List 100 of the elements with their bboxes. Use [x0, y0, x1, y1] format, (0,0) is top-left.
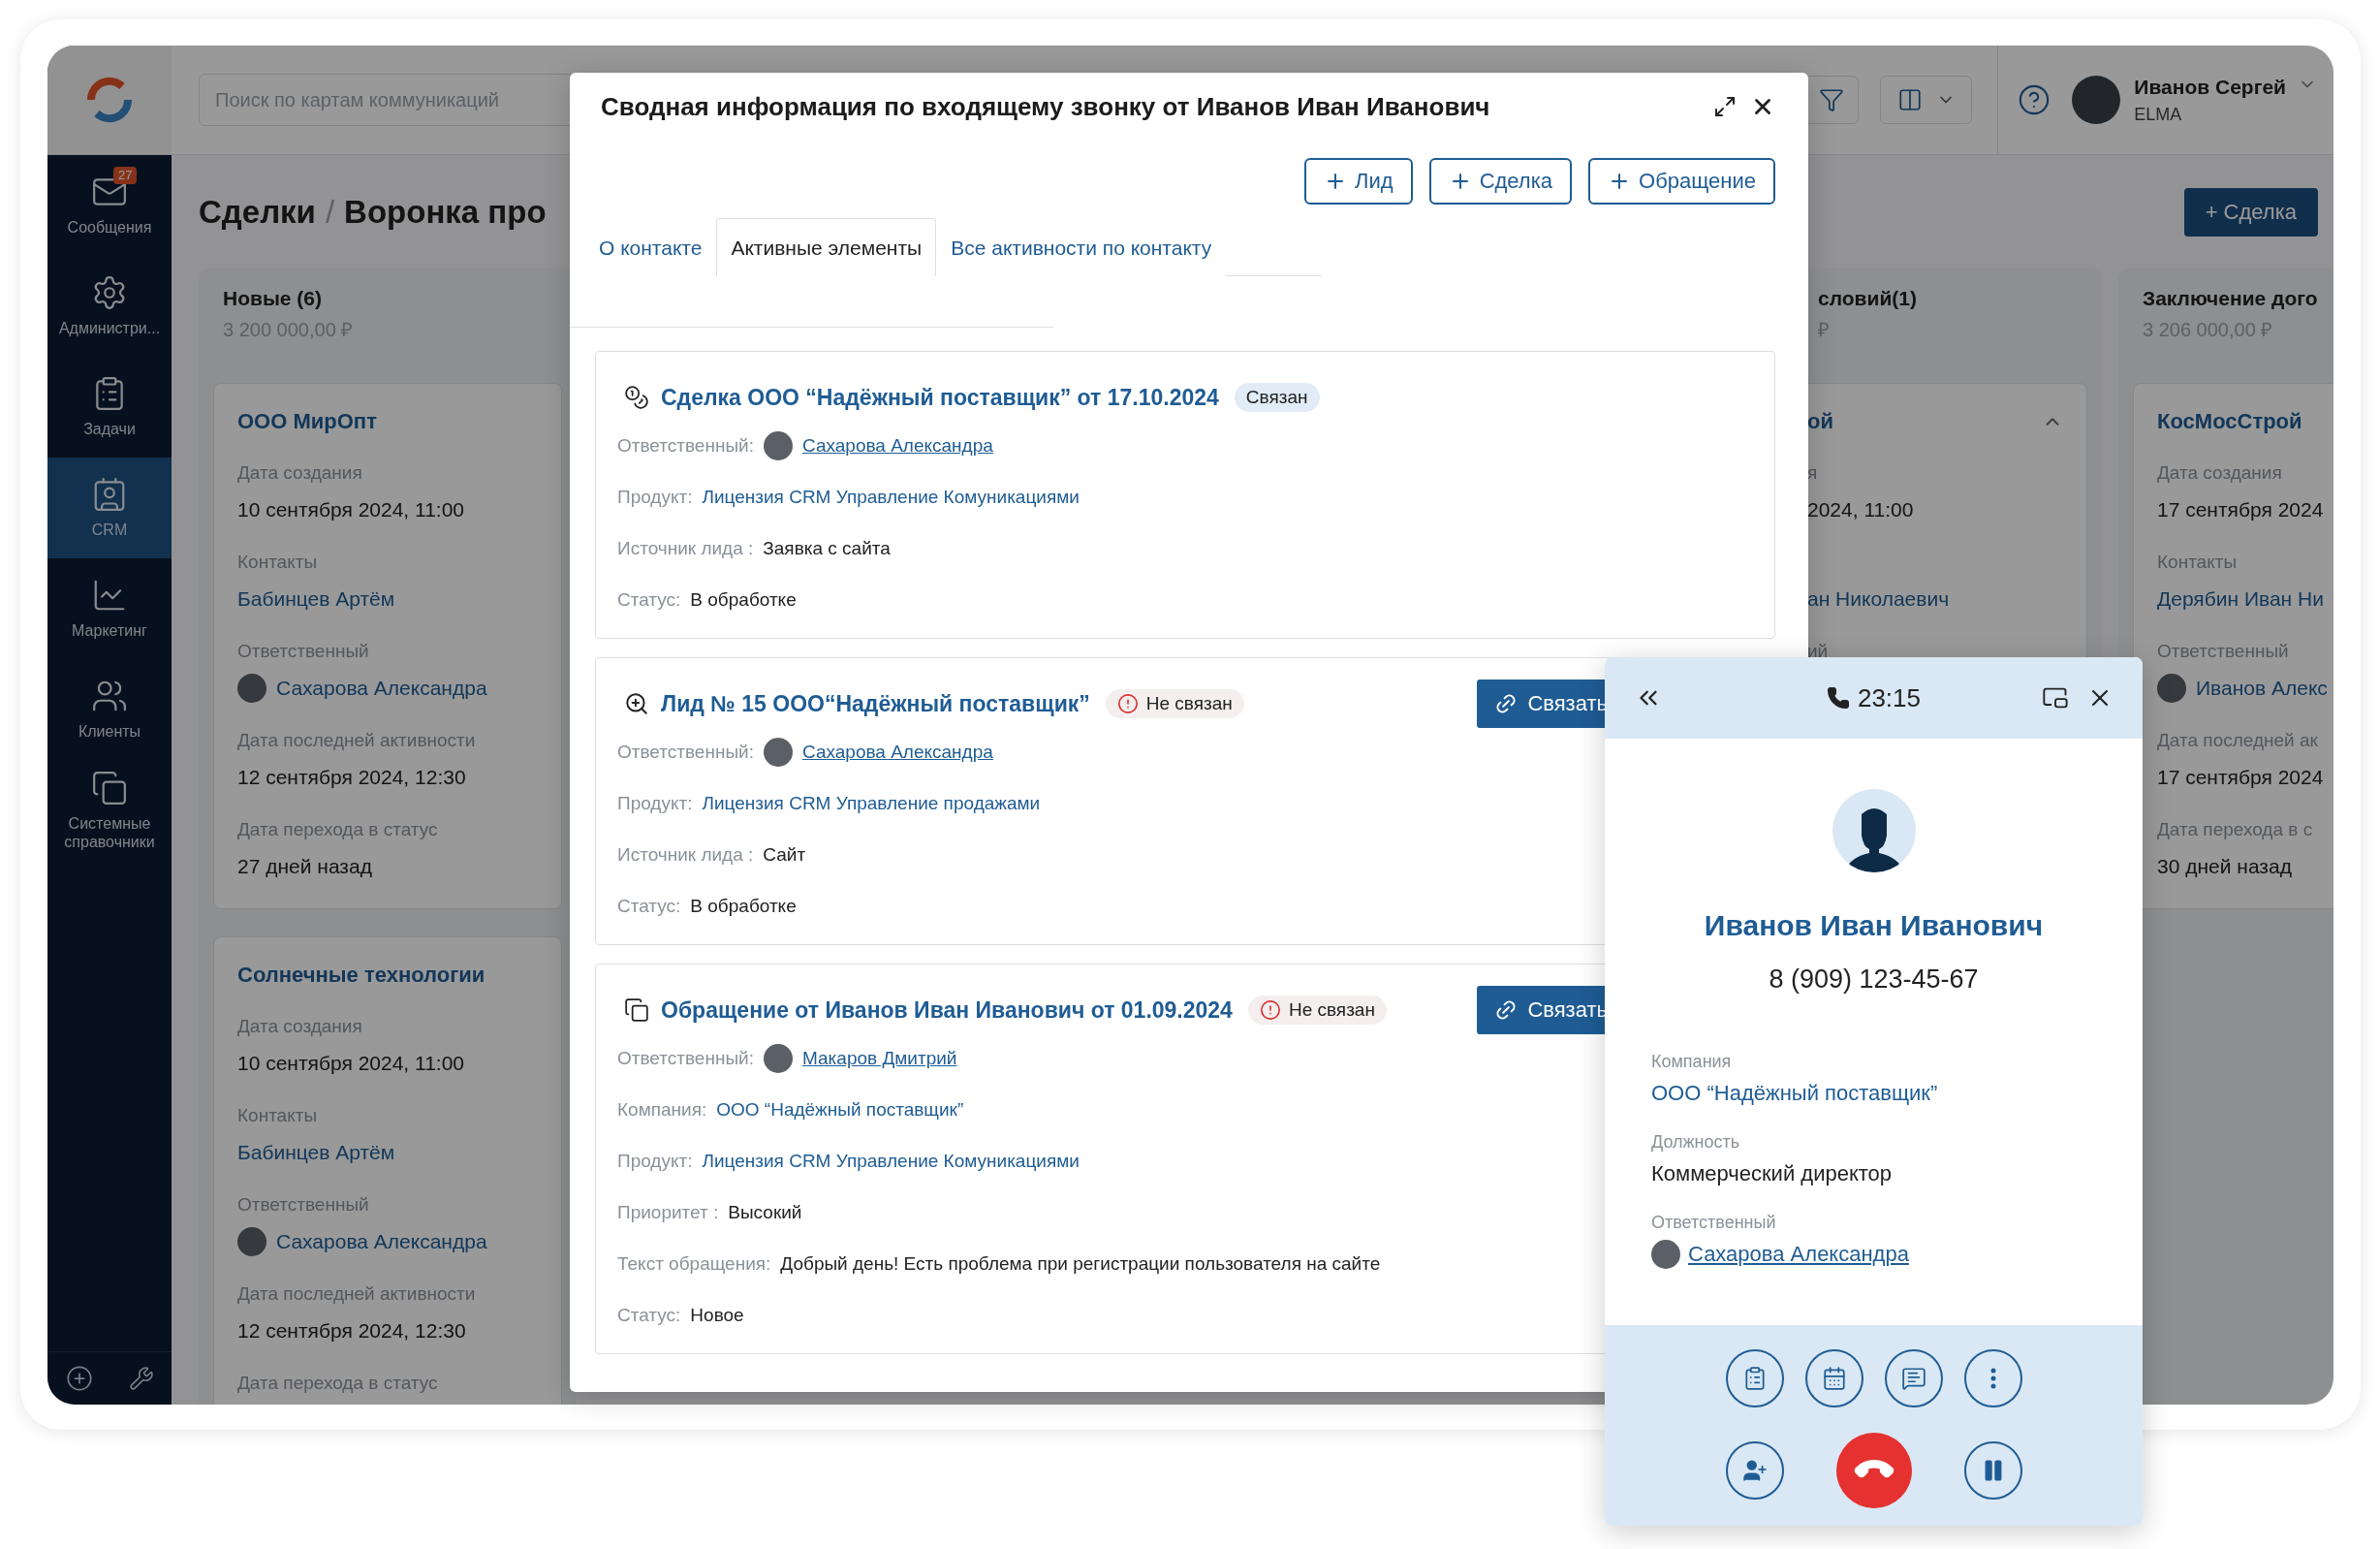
- coins-icon: [624, 385, 649, 410]
- person-link[interactable]: Сахарова Александра: [1688, 1237, 1909, 1272]
- sidebar-item[interactable]: Сообщения 27: [47, 155, 172, 256]
- sidebar-item[interactable]: Маркетинг: [47, 558, 172, 659]
- field-label: Источник лида :: [617, 844, 754, 866]
- calendar-icon: [1821, 1366, 1847, 1391]
- user-plus-icon: [1741, 1458, 1768, 1483]
- activity-title[interactable]: Обращение от Иванов Иван Иванович от 01.09.2024: [661, 996, 1233, 1024]
- field-label: Дата создания: [2157, 461, 2283, 485]
- column-sum: ₽: [1818, 318, 1831, 342]
- sidebar-item[interactable]: Задачи: [47, 357, 172, 458]
- help-icon[interactable]: [2018, 83, 2051, 116]
- sidebar-item[interactable]: Системные справочники: [47, 760, 172, 861]
- status-label: Не связан: [1288, 999, 1375, 1021]
- avatar: [764, 1044, 793, 1073]
- field-label: Статус:: [617, 896, 681, 917]
- calendar-button[interactable]: [1804, 1349, 1863, 1407]
- company-link[interactable]: ООО “Надёжный поставщик”: [1651, 1076, 2096, 1111]
- field-value: Заявка с сайта: [763, 538, 891, 559]
- pause-button[interactable]: [1963, 1441, 2022, 1500]
- contact-link[interactable]: Бабинцев Артём: [237, 1132, 538, 1173]
- field-label: Дата перехода в статус: [237, 1372, 439, 1395]
- sidebar-item[interactable]: Администри...: [47, 256, 172, 357]
- column-title: Заключение дого: [2143, 286, 2319, 311]
- field-link[interactable]: Лицензия CRM Управление продажами: [702, 793, 1041, 814]
- add-deal-button[interactable]: + Сделка: [2183, 187, 2318, 237]
- field-value: Новое: [690, 1305, 744, 1326]
- create-button[interactable]: Сделка: [1428, 158, 1573, 205]
- contact-link[interactable]: ан Николаевич: [1807, 579, 2063, 619]
- alert-icon: [1116, 693, 1139, 714]
- field-link[interactable]: Лицензия CRM Управление Комуникациями: [702, 487, 1080, 508]
- transfer-button[interactable]: [1725, 1441, 1784, 1500]
- sidebar-item[interactable]: Клиенты: [47, 659, 172, 760]
- person-link[interactable]: Сахарова Александра: [276, 668, 487, 709]
- field-label: Ответственный:: [617, 1048, 754, 1069]
- add-icon[interactable]: [65, 1365, 93, 1392]
- create-button[interactable]: Обращение: [1588, 158, 1775, 205]
- expand-icon[interactable]: [1713, 95, 1737, 118]
- field-value: Коммерческий директор: [1651, 1160, 1894, 1187]
- user-avatar[interactable]: [2072, 76, 2121, 124]
- field-value: 27 дней назад: [237, 854, 373, 879]
- notification-badge: 27: [113, 167, 138, 184]
- avatar: [764, 431, 793, 460]
- activity-title[interactable]: Сделка ООО “Надёжный поставщик” от 17.10.2024: [661, 384, 1219, 411]
- contact-link[interactable]: Дерябин Иван Ни: [2157, 579, 2333, 619]
- person-link[interactable]: Сахарова Александра: [802, 742, 993, 763]
- person-link[interactable]: Иванов Алекс: [2196, 668, 2328, 709]
- field-label: Ответственный:: [617, 742, 754, 763]
- card-title[interactable]: КосМосСтрой: [2157, 402, 2302, 441]
- user-org: ELMA: [2134, 104, 2183, 126]
- field-label: Ответственный: [237, 640, 370, 663]
- field-label: Дата перехода в с: [2157, 818, 2314, 841]
- deal-card[interactable]: ООО МирОпт Дата создания 10 сентября 2024, 11:00 Контакты Бабинцев Артём Ответственный Сахарова Александра Дата последней активности 12 сентября 2024, 12:30 Дата перехода в статус 27 дней назад: [213, 383, 562, 909]
- status-label: Не связан: [1145, 693, 1233, 714]
- column-title: Новые (6): [223, 286, 324, 311]
- field-link[interactable]: Лицензия CRM Управление Комуникациями: [702, 1151, 1080, 1172]
- field-label: Продукт:: [617, 793, 693, 814]
- field-label: Контакты: [237, 551, 319, 574]
- card-title[interactable]: Солнечные технологии: [237, 956, 485, 995]
- field-label: я: [1807, 461, 1819, 485]
- field-value: 12 сентября 2024, 12:30: [237, 765, 467, 790]
- alert-icon: [1259, 999, 1281, 1021]
- field-value: Сайт: [763, 844, 806, 866]
- person-link[interactable]: Макаров Дмитрий: [802, 1048, 957, 1069]
- field-label: Ответственный: [1651, 1212, 1777, 1234]
- field-value: 12 сентября 2024, 12:30: [237, 1318, 467, 1344]
- field-label: Приоритет :: [617, 1202, 719, 1223]
- field-label: Контакты: [2157, 551, 2239, 574]
- deal-card[interactable]: Солнечные технологии Дата создания 10 сентября 2024, 11:00 Контакты Бабинцев Артём Ответственный Сахарова Александра Дата последней активности 12 сентября 2024, 12:30 Дата перехода в статус: [213, 936, 562, 1405]
- sidebar-item[interactable]: CRM: [47, 458, 172, 558]
- more-button[interactable]: [1963, 1349, 2022, 1407]
- message-button[interactable]: [1884, 1349, 1943, 1407]
- field-label: Должность: [1651, 1131, 1741, 1154]
- more-icon: [1989, 1368, 1996, 1389]
- field-label: Ответственный: [237, 1193, 370, 1217]
- wrench-icon[interactable]: [128, 1366, 154, 1391]
- person-link[interactable]: Сахарова Александра: [802, 435, 993, 457]
- columns-icon: [1896, 87, 1923, 112]
- card-title[interactable]: ООО МирОпт: [237, 402, 377, 441]
- field-label: Статус:: [617, 1305, 681, 1326]
- contact-link[interactable]: Бабинцев Артём: [237, 579, 538, 619]
- tab[interactable]: Активные элементы: [716, 218, 937, 276]
- phone-icon: [1826, 686, 1850, 710]
- status-label: Связан: [1245, 387, 1308, 408]
- avatar: [237, 1227, 266, 1256]
- field-link[interactable]: ООО “Надёжный поставщик”: [716, 1099, 964, 1121]
- view-button[interactable]: [1880, 76, 1973, 124]
- deal-card[interactable]: КосМосСтрой Дата создания 17 сентября 2024 Контакты Дерябин Иван Ни Ответственный Иванов Алекс Дата последней ак 17 сентября 2024 Дата перехода в с 30 дней назад: [2133, 383, 2333, 909]
- person-link[interactable]: Сахарова Александра: [276, 1221, 487, 1262]
- field-label: Ответственный: [2157, 640, 2290, 663]
- documents-icon: [91, 769, 128, 806]
- field-value: Добрый день! Есть проблема при регистрации пользователя на сайте: [780, 1253, 1381, 1275]
- create-button[interactable]: Лид: [1304, 158, 1413, 205]
- activity-title[interactable]: Лид № 15 ООО“Надёжный поставщик”: [661, 690, 1090, 717]
- task-button[interactable]: [1725, 1349, 1784, 1407]
- field-value: 17 сентября 2024: [2157, 765, 2325, 790]
- card-title[interactable]: ой: [1807, 402, 1833, 441]
- caller-name: Иванов Иван Иванович: [1703, 908, 2045, 943]
- message-icon: [1900, 1366, 1926, 1391]
- field-label: Ответственный:: [617, 435, 754, 457]
